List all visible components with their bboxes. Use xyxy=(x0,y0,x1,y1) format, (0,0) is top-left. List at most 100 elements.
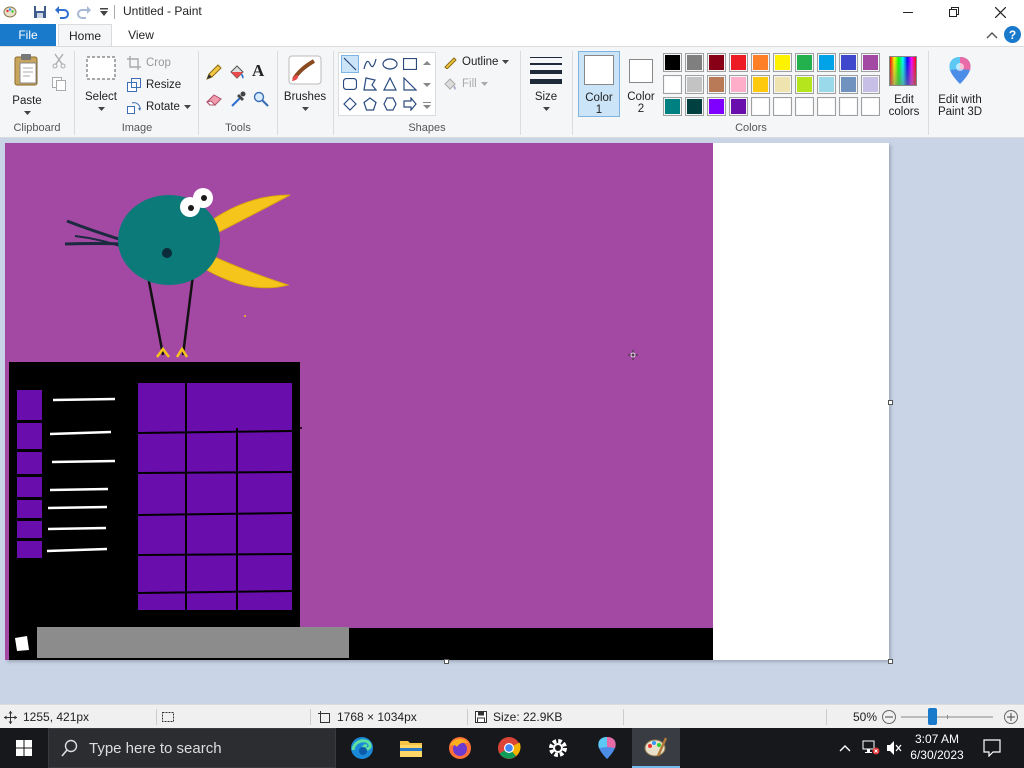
file-explorer-taskbar-button[interactable] xyxy=(387,728,435,768)
tab-home[interactable]: Home xyxy=(58,24,112,47)
color1-button[interactable]: Color 1 xyxy=(578,51,620,117)
cut-icon[interactable] xyxy=(51,53,67,72)
network-icon[interactable] xyxy=(862,739,880,758)
paint3d-taskbar-button[interactable] xyxy=(583,728,631,768)
pencil-icon[interactable] xyxy=(205,63,223,84)
paint-app-icon[interactable] xyxy=(2,4,18,20)
paint-taskbar-button[interactable] xyxy=(632,728,680,768)
triangle-shape-icon[interactable] xyxy=(381,75,399,93)
color-swatch[interactable] xyxy=(685,97,704,116)
tab-file[interactable]: File xyxy=(0,24,56,46)
zoom-in-button[interactable] xyxy=(1004,710,1018,724)
start-button[interactable] xyxy=(0,728,48,768)
color-swatch[interactable] xyxy=(707,97,726,116)
volume-muted-icon[interactable] xyxy=(886,740,902,759)
color-swatch[interactable] xyxy=(773,53,792,72)
color-swatch[interactable] xyxy=(751,53,770,72)
clock[interactable]: 3:07 AM 6/30/2023 xyxy=(905,731,969,763)
zoom-slider-track[interactable] xyxy=(901,715,993,719)
color-swatch[interactable] xyxy=(685,53,704,72)
redo-icon[interactable] xyxy=(76,4,92,20)
diamond-shape-icon[interactable] xyxy=(341,95,359,113)
oval-shape-icon[interactable] xyxy=(381,55,399,73)
chrome-taskbar-button[interactable] xyxy=(485,728,533,768)
color-picker-icon[interactable] xyxy=(230,90,246,111)
color-swatch[interactable] xyxy=(707,53,726,72)
shapes-scroll-up-icon[interactable] xyxy=(423,55,431,69)
arrow-shape-icon[interactable] xyxy=(401,95,419,113)
crop-button[interactable]: Crop xyxy=(127,53,171,73)
shapes-scroll-down-icon[interactable] xyxy=(423,77,431,91)
color-swatch[interactable] xyxy=(795,53,814,72)
color2-button[interactable]: Color 2 xyxy=(622,51,660,117)
rectangle-shape-icon[interactable] xyxy=(401,55,419,73)
edit-with-paint3d-button[interactable]: Edit with Paint 3D xyxy=(932,53,988,118)
rotate-button[interactable]: Rotate xyxy=(127,97,196,117)
color-swatch[interactable] xyxy=(817,53,836,72)
canvas[interactable] xyxy=(5,143,889,660)
color-swatch[interactable] xyxy=(795,75,814,94)
notification-center-icon[interactable] xyxy=(983,739,1001,760)
restore-button[interactable] xyxy=(931,0,977,24)
resize-handle-right[interactable] xyxy=(888,400,893,405)
copy-icon[interactable] xyxy=(51,76,67,95)
color-swatch[interactable] xyxy=(663,97,682,116)
tab-view[interactable]: View xyxy=(116,24,166,46)
firefox-taskbar-button[interactable] xyxy=(436,728,484,768)
fill-dropdown[interactable]: Fill xyxy=(443,74,493,94)
shapes-expand-icon[interactable] xyxy=(423,99,431,113)
color-swatch[interactable] xyxy=(773,97,792,116)
customize-quick-access-icon[interactable] xyxy=(96,4,112,20)
color-swatch[interactable] xyxy=(729,53,748,72)
color-swatch[interactable] xyxy=(751,75,770,94)
fill-bucket-icon[interactable] xyxy=(228,63,246,84)
resize-button[interactable]: Resize xyxy=(127,75,181,95)
resize-handle-bottom[interactable] xyxy=(444,659,449,664)
color-swatch[interactable] xyxy=(861,97,880,116)
brushes-button[interactable]: Brushes xyxy=(284,55,326,112)
zoom-out-button[interactable] xyxy=(882,710,896,724)
help-icon[interactable]: ? xyxy=(1004,26,1021,43)
undo-icon[interactable] xyxy=(54,4,70,20)
close-button[interactable] xyxy=(977,0,1023,24)
outline-dropdown[interactable]: Outline xyxy=(443,52,514,72)
size-button[interactable]: Size xyxy=(526,55,566,112)
paste-button[interactable]: Paste xyxy=(8,53,46,116)
rounded-rectangle-icon[interactable] xyxy=(341,75,359,93)
color-swatch[interactable] xyxy=(729,75,748,94)
color-swatch[interactable] xyxy=(839,75,858,94)
text-tool-icon[interactable]: A xyxy=(252,61,264,81)
right-triangle-icon[interactable] xyxy=(401,75,419,93)
color-swatch[interactable] xyxy=(817,97,836,116)
curve-shape-icon[interactable] xyxy=(361,55,379,73)
save-icon[interactable] xyxy=(32,4,48,20)
color-swatch[interactable] xyxy=(795,97,814,116)
color-swatch[interactable] xyxy=(707,75,726,94)
taskbar-search-box[interactable]: Type here to search xyxy=(48,728,336,768)
hexagon-shape-icon[interactable] xyxy=(381,95,399,113)
magnifier-icon[interactable] xyxy=(253,91,269,110)
color-swatch[interactable] xyxy=(839,53,858,72)
show-hidden-icons-icon[interactable] xyxy=(839,741,851,755)
color-swatch[interactable] xyxy=(729,97,748,116)
zoom-slider-thumb[interactable] xyxy=(927,708,937,725)
color-swatch[interactable] xyxy=(663,75,682,94)
color-swatch[interactable] xyxy=(751,97,770,116)
color-swatch[interactable] xyxy=(685,75,704,94)
color-swatch[interactable] xyxy=(861,75,880,94)
color-swatch[interactable] xyxy=(773,75,792,94)
edge-taskbar-button[interactable] xyxy=(338,728,386,768)
color-swatch[interactable] xyxy=(861,53,880,72)
polygon-shape-icon[interactable] xyxy=(361,75,379,93)
minimize-button[interactable] xyxy=(885,0,931,24)
collapse-ribbon-icon[interactable] xyxy=(986,29,998,43)
color-swatch[interactable] xyxy=(839,97,858,116)
color-swatch[interactable] xyxy=(663,53,682,72)
resize-handle-corner[interactable] xyxy=(888,659,893,664)
settings-taskbar-button[interactable] xyxy=(534,728,582,768)
color-swatch[interactable] xyxy=(817,75,836,94)
select-button[interactable]: Select xyxy=(82,55,120,112)
line-shape-icon[interactable] xyxy=(341,55,359,73)
eraser-icon[interactable] xyxy=(205,91,223,110)
edit-colors-button[interactable]: Edit colors xyxy=(884,53,924,118)
